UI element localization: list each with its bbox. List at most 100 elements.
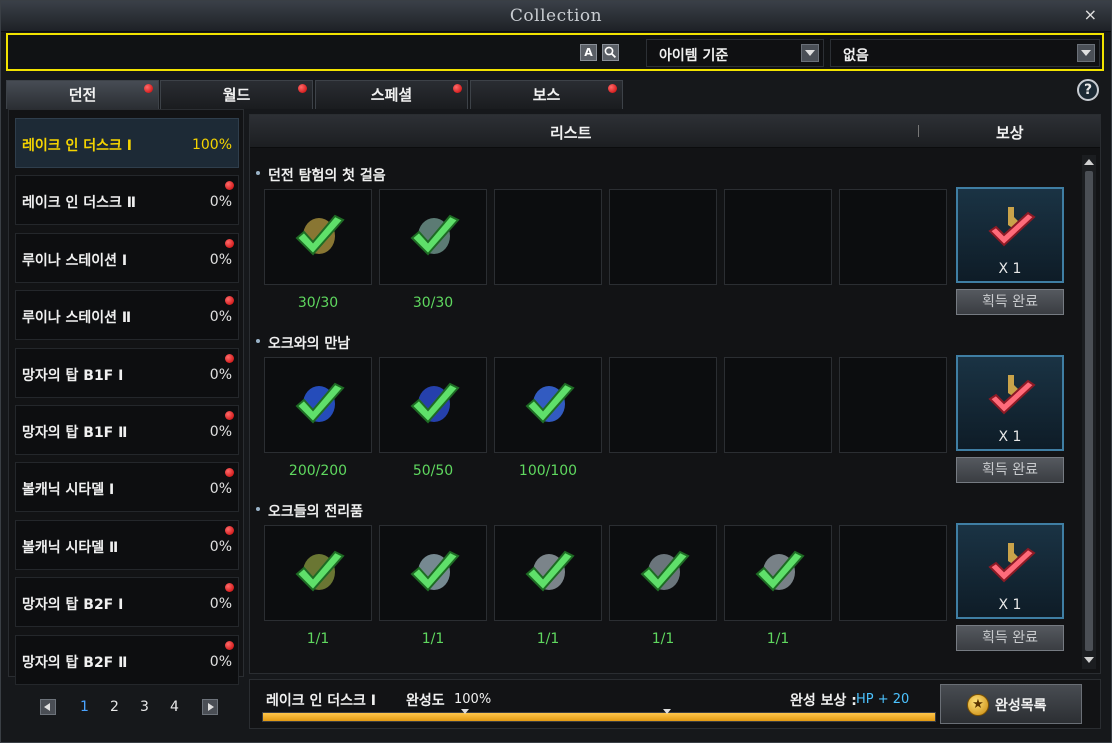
dungeon-progress: 0%: [209, 481, 232, 498]
item-slot[interactable]: [494, 357, 602, 453]
empty-slot: [839, 525, 947, 621]
close-icon[interactable]: ×: [1084, 5, 1097, 24]
dungeon-list-item[interactable]: 레이크 인 더스크 Ⅰ 100%: [15, 118, 239, 168]
claim-reward-button[interactable]: 획득 완료: [956, 625, 1064, 651]
sort-select[interactable]: 아이템 기준: [646, 39, 824, 67]
dungeon-name: 레이크 인 더스크 Ⅱ: [22, 195, 137, 212]
page-number[interactable]: 4: [170, 699, 179, 715]
completion-progress-fill: [263, 713, 935, 721]
dungeon-list-item[interactable]: 망자의 탑 B1F Ⅰ 0%: [15, 347, 239, 398]
item-slot[interactable]: [379, 525, 487, 621]
dungeon-list-item[interactable]: 망자의 탑 B2F Ⅰ 0%: [15, 577, 239, 628]
dungeon-name: 망자의 탑 B1F Ⅰ: [22, 367, 124, 384]
status-select[interactable]: 없음: [830, 39, 1100, 67]
alert-dot-icon: [144, 84, 153, 93]
reward-slot[interactable]: X 1: [956, 355, 1064, 451]
dungeon-list-item[interactable]: 망자의 탑 B2F Ⅱ 0%: [15, 634, 239, 685]
item-slot[interactable]: [264, 189, 372, 285]
dungeon-progress: 0%: [209, 653, 232, 670]
dungeon-list-item[interactable]: 루이나 스테이션 Ⅰ 0%: [15, 232, 239, 283]
item-slot[interactable]: [609, 525, 717, 621]
page-number[interactable]: 3: [140, 699, 149, 715]
sort-select-value: 아이템 기준: [659, 48, 729, 64]
reward-slot[interactable]: X 1: [956, 187, 1064, 283]
search-input[interactable]: [14, 40, 578, 66]
list-scrollbar[interactable]: [1082, 155, 1096, 669]
chevron-down-icon[interactable]: [801, 44, 819, 62]
dungeon-name: 루이나 스테이션 Ⅱ: [22, 310, 132, 327]
dungeon-progress: 0%: [209, 538, 232, 555]
collection-window: Collection × A 아이템 기준 없음 던전 월드 스페셜 보스 ? 레이크…: [0, 0, 1112, 743]
collection-title: 오크들의 전리품: [255, 501, 363, 521]
reward-box-icon: [988, 207, 1036, 247]
page-number[interactable]: 1: [80, 699, 89, 715]
completion-reward-value: HP + 20: [856, 692, 910, 707]
empty-slot: [839, 189, 947, 285]
completion-progress-bar: [262, 709, 936, 722]
blue-orb-icon: [410, 382, 460, 424]
blue-orb-icon: [525, 382, 575, 424]
dungeon-progress: 100%: [191, 137, 232, 153]
header-divider: [918, 125, 919, 137]
dungeon-list-item[interactable]: 볼캐닉 시타델 Ⅱ 0%: [15, 519, 239, 570]
alert-dot-icon: [225, 411, 234, 420]
completion-reward-label: 완성 보상 :: [790, 693, 857, 709]
tab-1[interactable]: 던전: [6, 80, 159, 109]
dungeon-list-item[interactable]: 루이나 스테이션 Ⅱ 0%: [15, 290, 239, 341]
match-case-button[interactable]: A: [580, 44, 597, 61]
tab-4[interactable]: 보스: [470, 80, 623, 109]
item-slot[interactable]: [494, 525, 602, 621]
dungeon-list-item[interactable]: 볼캐닉 시타델 Ⅰ 0%: [15, 462, 239, 513]
alert-dot-icon: [608, 84, 617, 93]
footer-dungeon-name: 레이크 인 더스크 Ⅰ: [266, 693, 376, 709]
crystal-icon: [410, 214, 460, 256]
dungeon-list-item[interactable]: 레이크 인 더스크 Ⅱ 0%: [15, 175, 239, 226]
dungeon-progress: 0%: [209, 309, 232, 326]
scroll-down-icon[interactable]: [1084, 655, 1094, 665]
next-page-icon[interactable]: [202, 699, 218, 715]
status-select-value: 없음: [843, 48, 869, 64]
ore-icon: [295, 214, 345, 256]
reward-slot[interactable]: X 1: [956, 523, 1064, 619]
empty-slot: [724, 357, 832, 453]
empty-slot: [609, 189, 717, 285]
claim-reward-button[interactable]: 획득 완료: [956, 457, 1064, 483]
prev-page-icon[interactable]: [40, 699, 56, 715]
dungeon-progress: 0%: [209, 366, 232, 383]
reward-box-icon: [988, 375, 1036, 415]
empty-slot: [494, 189, 602, 285]
item-slot[interactable]: [379, 189, 487, 285]
dungeon-progress: 0%: [209, 251, 232, 268]
claim-reward-button[interactable]: 획득 완료: [956, 289, 1064, 315]
alert-dot-icon: [453, 84, 462, 93]
reward-quantity: X 1: [998, 261, 1022, 277]
dungeon-list-item[interactable]: 망자의 탑 B1F Ⅱ 0%: [15, 405, 239, 455]
page-number[interactable]: 2: [110, 699, 119, 715]
item-count: 1/1: [421, 631, 445, 647]
reward-quantity: X 1: [998, 429, 1022, 445]
alert-dot-icon: [225, 353, 234, 363]
completion-list-button[interactable]: ★ 완성목록: [940, 684, 1082, 724]
item-count: 1/1: [536, 631, 560, 647]
list-header-label: 리스트: [550, 124, 592, 142]
title-bar[interactable]: Collection ×: [1, 1, 1111, 32]
dungeon-list: 레이크 인 더스크 Ⅰ 100% 레이크 인 더스크 Ⅱ 0% 루이나 스테이션 Ⅰ 0%…: [8, 109, 244, 685]
item-slot[interactable]: [264, 525, 372, 621]
dungeon-name: 망자의 탑 B1F Ⅱ: [22, 425, 128, 441]
dungeon-name: 레이크 인 더스크 Ⅰ: [22, 138, 132, 154]
help-icon[interactable]: ?: [1077, 79, 1099, 101]
tab-3[interactable]: 스페셜: [315, 80, 468, 109]
chevron-down-icon[interactable]: [1077, 44, 1095, 62]
scroll-thumb[interactable]: [1085, 171, 1093, 651]
item-slot[interactable]: [379, 357, 487, 453]
tab-2[interactable]: 월드: [160, 80, 313, 109]
scroll-up-icon[interactable]: [1084, 157, 1094, 167]
search-icon[interactable]: [602, 44, 619, 61]
item-slot[interactable]: [264, 357, 372, 453]
reward-box-icon: [988, 543, 1036, 583]
alert-dot-icon: [225, 238, 234, 248]
collection-list-panel: 리스트 보상 던전 탐험의 첫 걸음 30/30 30/30 X 1 획득 완료 오크와의…: [249, 114, 1101, 674]
item-slot[interactable]: [724, 525, 832, 621]
tab-label: 스페셜: [370, 86, 413, 104]
alert-dot-icon: [225, 296, 234, 306]
